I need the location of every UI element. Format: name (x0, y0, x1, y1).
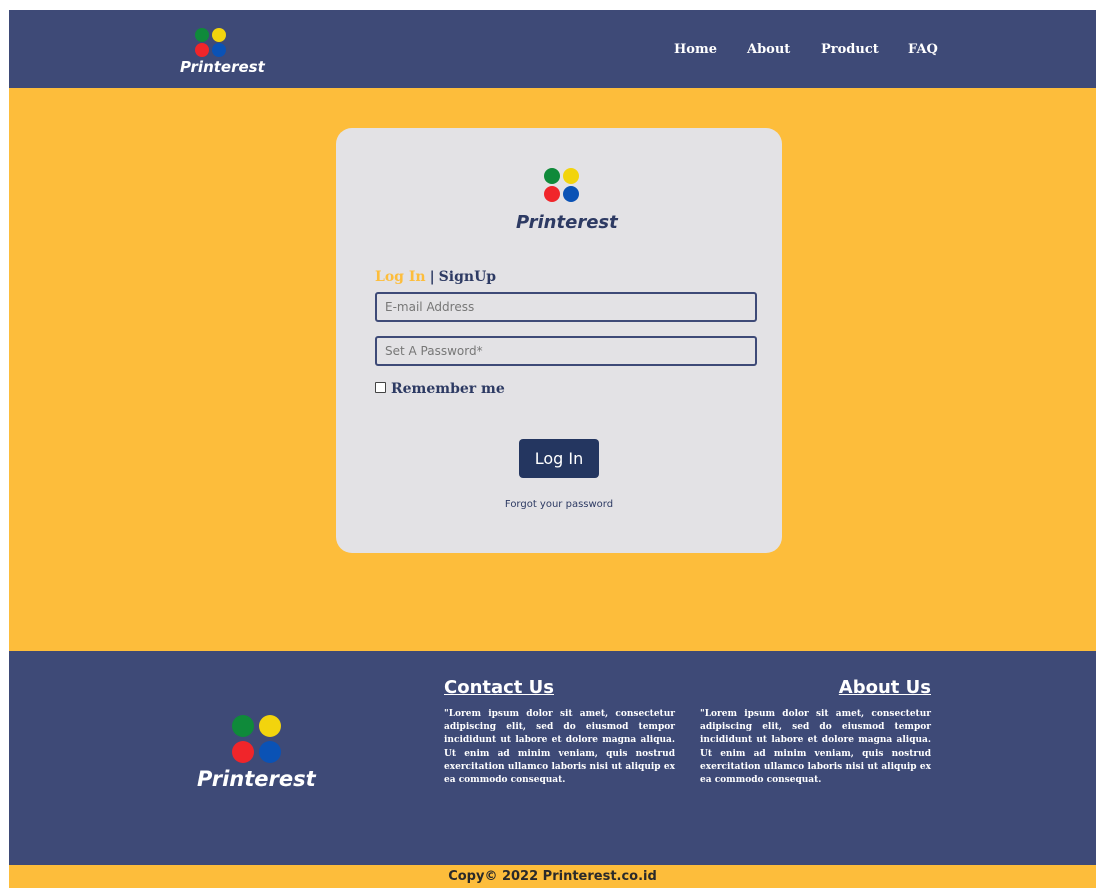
footer: Printerest Contact Us "Lorem ipsum dolor… (9, 651, 1096, 865)
header-bar: Printerest Home About Product FAQ (9, 10, 1096, 88)
logo-wordmark: Printerest (516, 212, 618, 233)
logo-dot-green (195, 28, 209, 42)
contact-title: Contact Us (444, 677, 555, 698)
logo-wordmark: Printerest (197, 767, 316, 791)
about-title: About Us (838, 677, 931, 698)
nav-home-link[interactable]: Home (674, 42, 717, 57)
login-button[interactable]: Log In (519, 439, 599, 478)
forgot-password-link[interactable]: Forgot your password (336, 499, 782, 510)
card-logo: Printerest (514, 168, 618, 234)
logo-dot-green (544, 168, 560, 184)
contact-section: Contact Us "Lorem ipsum dolor sit amet, … (444, 677, 675, 787)
logo-dot-blue (259, 741, 281, 763)
logo-dot-red (544, 186, 560, 202)
remember-me: Remember me (375, 381, 505, 397)
logo-dot-red (195, 43, 209, 57)
logo-dot-yellow (563, 168, 579, 184)
copyright-text: Copy© 2022 Printerest.co.id (448, 869, 657, 884)
logo-dot-green (232, 715, 254, 737)
remember-label[interactable]: Remember me (391, 381, 505, 397)
header-logo[interactable]: Printerest (177, 28, 265, 78)
logo-dot-blue (563, 186, 579, 202)
auth-tabs: Log In | SignUp (375, 269, 496, 285)
nav-faq-link[interactable]: FAQ (908, 42, 938, 57)
logo-dot-yellow (259, 715, 281, 737)
about-text: "Lorem ipsum dolor sit amet, consectetur… (700, 709, 931, 786)
logo-dot-blue (212, 43, 226, 57)
remember-checkbox[interactable] (375, 381, 386, 393)
password-input[interactable] (375, 336, 757, 366)
nav-about-link[interactable]: About (747, 42, 790, 57)
logo-dot-yellow (212, 28, 226, 42)
page-frame: Printerest Home About Product FAQ Printe… (9, 10, 1096, 888)
logo-dot-red (232, 741, 254, 763)
tab-signup[interactable]: SignUp (439, 269, 496, 285)
about-section: About Us "Lorem ipsum dolor sit amet, co… (700, 677, 931, 787)
email-input[interactable] (375, 292, 757, 322)
contact-text: "Lorem ipsum dolor sit amet, consectetur… (444, 709, 675, 786)
login-card: Printerest Log In|SignUp Remember me Log… (336, 128, 782, 553)
logo-wordmark: Printerest (180, 58, 265, 76)
nav-product-link[interactable]: Product (821, 42, 879, 57)
tab-login[interactable]: Log In (375, 269, 426, 285)
tab-separator: | (429, 269, 435, 285)
footer-logo: Printerest (197, 715, 337, 805)
